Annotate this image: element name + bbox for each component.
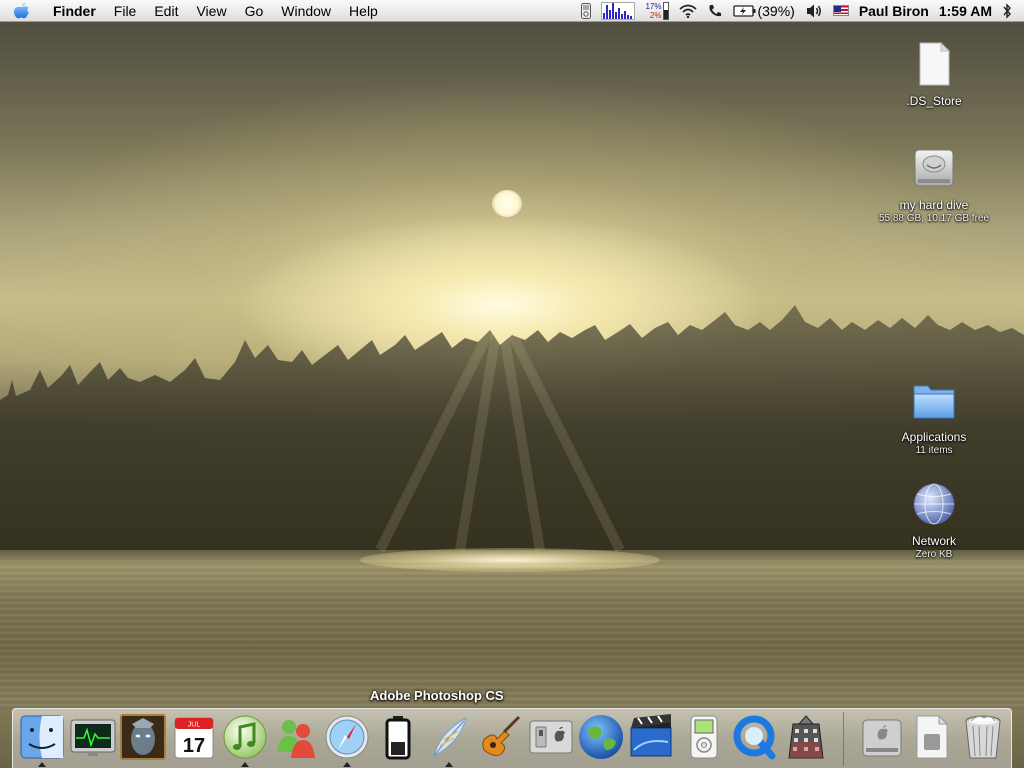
menu-help[interactable]: Help bbox=[340, 0, 387, 22]
dock-system-preferences[interactable] bbox=[526, 712, 576, 762]
dock-quicktime[interactable] bbox=[730, 712, 780, 762]
msn-messenger-icon bbox=[277, 720, 315, 758]
desktop-item-label: Network bbox=[911, 534, 956, 548]
bluetooth-extra[interactable] bbox=[997, 0, 1024, 22]
menu-edit[interactable]: Edit bbox=[145, 0, 187, 22]
memory-monitor-extra[interactable]: 17% 2% bbox=[640, 0, 674, 22]
finder-icon bbox=[20, 715, 64, 759]
menu-go[interactable]: Go bbox=[236, 0, 273, 22]
desktop-item-label: Applications bbox=[901, 430, 967, 444]
dock-safari[interactable] bbox=[322, 712, 372, 762]
safari-icon bbox=[325, 715, 369, 759]
battery-app-icon bbox=[385, 716, 411, 760]
ipod-menu-icon bbox=[581, 2, 592, 19]
dock-msn-messenger[interactable] bbox=[271, 712, 321, 762]
volume-extra[interactable] bbox=[800, 0, 828, 22]
wifi-icon bbox=[679, 4, 698, 18]
us-flag-icon bbox=[832, 5, 849, 16]
photoshop-feather-icon bbox=[433, 717, 467, 757]
desktop-item-info: Zero KB bbox=[915, 549, 953, 560]
dock-garageband[interactable] bbox=[475, 712, 525, 762]
mem-percent: 2% bbox=[649, 10, 662, 20]
menu-view[interactable]: View bbox=[187, 0, 235, 22]
fast-user-switch-menu[interactable]: Paul Biron bbox=[854, 0, 934, 22]
dock-tooltip: Adobe Photoshop CS bbox=[370, 688, 504, 703]
menu-file[interactable]: File bbox=[105, 0, 146, 22]
desktop-item-ds-store[interactable]: .DS_Store bbox=[869, 40, 999, 108]
dock-ipod-utility[interactable] bbox=[679, 712, 729, 762]
document-icon bbox=[919, 41, 951, 86]
menu-clock[interactable]: 1:59 AM bbox=[934, 0, 997, 22]
dock-finder[interactable] bbox=[17, 712, 67, 762]
battery-extra[interactable]: (39%) bbox=[728, 0, 799, 22]
activity-monitor-icon bbox=[70, 719, 116, 756]
imovie-icon bbox=[630, 714, 672, 757]
drive-stack-icon bbox=[862, 719, 902, 757]
cpu-graph bbox=[601, 1, 636, 20]
dock-photoshop[interactable] bbox=[424, 712, 474, 762]
dock-itunes[interactable] bbox=[220, 712, 270, 762]
safari-running-indicator bbox=[343, 762, 351, 767]
desktop-item-hard-drive[interactable]: my hard dive 55.88 GB, 10.17 GB free bbox=[869, 144, 999, 226]
dock-separator bbox=[843, 712, 844, 766]
memory-bar bbox=[663, 1, 670, 20]
dock-trash[interactable] bbox=[958, 712, 1008, 762]
document-stack-icon bbox=[916, 714, 949, 759]
phone-extra[interactable] bbox=[702, 0, 728, 22]
dock-drive-stack[interactable] bbox=[857, 712, 907, 762]
server-building-icon bbox=[788, 715, 824, 759]
network-globe-icon bbox=[913, 483, 955, 525]
desktop-item-label: my hard dive bbox=[899, 198, 969, 212]
itunes-icon bbox=[223, 715, 267, 759]
dock-imovie[interactable] bbox=[626, 712, 676, 762]
volume-icon bbox=[806, 4, 821, 17]
desktop-item-applications[interactable]: Applications 11 items bbox=[869, 376, 999, 458]
menu-extras: 17% 2% (39%) Paul Biron 1:59 AM bbox=[576, 0, 1024, 22]
quicktime-icon bbox=[733, 715, 776, 760]
dock-activity-monitor[interactable] bbox=[68, 712, 118, 762]
battery-percent: (39%) bbox=[757, 2, 795, 19]
system-preferences-icon bbox=[529, 720, 573, 754]
warcraft-icon bbox=[120, 714, 166, 760]
ipod-utility-icon bbox=[690, 715, 718, 759]
phone-icon bbox=[709, 4, 722, 16]
desktop-item-label: .DS_Store bbox=[906, 94, 962, 108]
battery-icon bbox=[733, 4, 756, 17]
input-menu-extra[interactable] bbox=[828, 0, 854, 22]
dock-warcraft[interactable] bbox=[118, 712, 168, 762]
bluetooth-icon bbox=[1003, 2, 1011, 19]
garageband-icon bbox=[482, 715, 521, 756]
cpu-percent: 17% bbox=[645, 1, 662, 11]
cpu-monitor-extra[interactable] bbox=[596, 0, 640, 22]
hard-drive-icon bbox=[914, 149, 954, 187]
ical-date: 17 bbox=[183, 735, 205, 757]
itunes-running-indicator bbox=[241, 762, 249, 767]
ipod-menu-extra[interactable] bbox=[576, 0, 596, 22]
desktop-item-info: 55.88 GB, 10.17 GB free bbox=[878, 213, 990, 224]
dock-server[interactable] bbox=[781, 712, 831, 762]
dock-document-stack[interactable] bbox=[907, 712, 957, 762]
ical-icon: JUL 17 bbox=[174, 717, 214, 759]
menu-finder[interactable]: Finder bbox=[44, 0, 105, 22]
dock-battery-app[interactable] bbox=[373, 712, 423, 762]
finder-running-indicator bbox=[38, 762, 46, 767]
wallpaper-water bbox=[0, 560, 1024, 710]
google-earth-icon bbox=[579, 715, 623, 759]
desktop-item-info: 11 items bbox=[915, 445, 953, 456]
dock-ical[interactable]: JUL 17 bbox=[169, 712, 219, 762]
ical-month: JUL bbox=[188, 722, 201, 729]
airport-extra[interactable] bbox=[674, 0, 702, 22]
dock-google-earth[interactable] bbox=[576, 712, 626, 762]
menu-window[interactable]: Window bbox=[272, 0, 340, 22]
apple-menu-icon[interactable] bbox=[0, 0, 44, 22]
wallpaper-sun bbox=[492, 190, 522, 217]
photoshop-running-indicator bbox=[445, 762, 453, 767]
folder-icon bbox=[913, 385, 955, 419]
menu-bar: Finder File Edit View Go Window Help 17%… bbox=[0, 0, 1024, 22]
trash-icon bbox=[965, 715, 1001, 759]
desktop-item-network[interactable]: Network Zero KB bbox=[869, 480, 999, 562]
